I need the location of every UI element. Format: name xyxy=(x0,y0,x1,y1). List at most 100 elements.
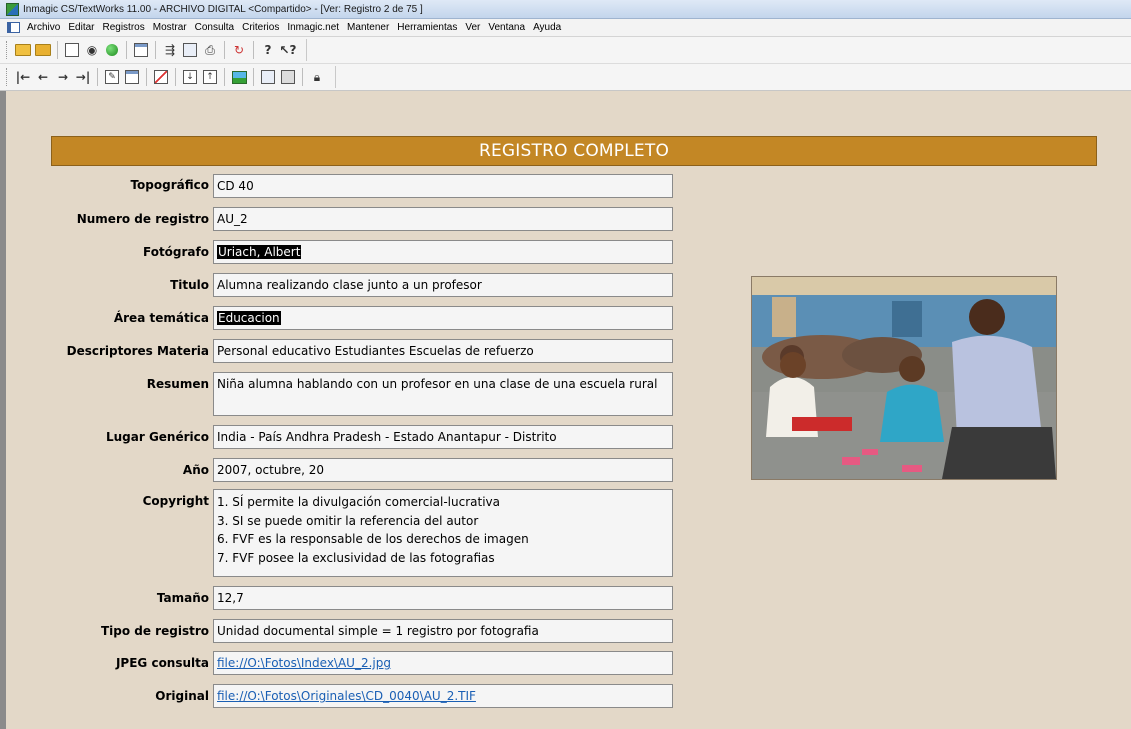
copyright-line: 3. SI se puede omitir la referencia del … xyxy=(217,513,479,528)
field-resumen[interactable]: Niña alumna hablando con un profesor en … xyxy=(213,372,673,416)
import-icon[interactable]: ↓ xyxy=(181,68,199,86)
value-numero-registro: AU_2 xyxy=(217,212,248,226)
last-record-icon[interactable]: →| xyxy=(74,68,92,86)
form-icon[interactable] xyxy=(132,41,150,59)
new-record-icon[interactable] xyxy=(63,41,81,59)
toolbar-separator xyxy=(224,41,225,59)
field-anio[interactable]: 2007, octubre, 20 xyxy=(213,458,673,482)
field-tipo-registro[interactable]: Unidad documental simple = 1 registro po… xyxy=(213,619,673,643)
label-jpeg: JPEG consulta xyxy=(115,656,209,670)
export-icon[interactable]: ↑ xyxy=(201,68,219,86)
menu-inmagic-net[interactable]: Inmagic.net xyxy=(284,22,344,33)
copyright-line: 7. FVF posee la exclusividad de las foto… xyxy=(217,550,495,565)
toolbar-separator xyxy=(126,41,127,59)
field-area-tematica[interactable]: Educacion xyxy=(213,306,673,330)
label-copyright: Copyright xyxy=(142,494,209,508)
label-tipo-registro: Tipo de registro xyxy=(100,624,209,638)
value-resumen: Niña alumna hablando con un profesor en … xyxy=(217,377,658,391)
menu-ver[interactable]: Ver xyxy=(462,22,485,33)
toolbar-grip[interactable] xyxy=(6,68,10,86)
help-icon[interactable]: ? xyxy=(259,41,277,59)
next-record-icon[interactable]: → xyxy=(54,68,72,86)
label-tamano: Tamaño xyxy=(156,591,209,605)
value-descriptores: Personal educativo Estudiantes Escuelas … xyxy=(217,344,534,358)
report-icon[interactable] xyxy=(181,41,199,59)
value-titulo: Alumna realizando clase junto a un profe… xyxy=(217,278,482,292)
classroom-photo-image xyxy=(752,277,1056,479)
value-tipo-registro: Unidad documental simple = 1 registro po… xyxy=(217,624,539,638)
blank-form-icon[interactable] xyxy=(279,68,297,86)
label-original: Original xyxy=(155,689,209,703)
field-numero-registro[interactable]: AU_2 xyxy=(213,207,673,231)
field-fotografo[interactable]: Uriach, Albert xyxy=(213,240,673,264)
delete-record-icon[interactable] xyxy=(152,68,170,86)
label-resumen: Resumen xyxy=(146,377,209,391)
toolbar-end xyxy=(335,66,336,88)
toolbar-grip[interactable] xyxy=(6,41,10,59)
green-globe-icon[interactable] xyxy=(103,41,121,59)
query-icon[interactable]: ⇶ xyxy=(161,41,179,59)
original-link[interactable]: file://O:\Fotos\Originales\CD_0040\AU_2.… xyxy=(217,689,476,703)
toolbar-separator xyxy=(253,68,254,86)
window-titlebar: Inmagic CS/TextWorks 11.00 - ARCHIVO DIG… xyxy=(0,0,1131,19)
open-shared-icon[interactable] xyxy=(34,41,52,59)
menu-archivo[interactable]: Archivo xyxy=(24,22,65,33)
value-fotografo: Uriach, Albert xyxy=(217,245,302,259)
first-record-icon[interactable]: |← xyxy=(14,68,32,86)
value-lugar: India - País Andhra Pradesh - Estado Ana… xyxy=(217,430,557,444)
menu-consulta[interactable]: Consulta xyxy=(192,22,239,33)
display-form-icon[interactable] xyxy=(259,68,277,86)
print-icon[interactable]: ⎙ xyxy=(201,41,219,59)
copyright-line: 1. SÍ permite la divulgación comercial-l… xyxy=(217,495,500,509)
jpeg-link[interactable]: file://O:\Fotos\Index\AU_2.jpg xyxy=(217,656,391,670)
label-fotografo: Fotógrafo xyxy=(142,245,209,259)
open-folder-icon[interactable] xyxy=(14,41,32,59)
view-icon[interactable]: ◉ xyxy=(83,41,101,59)
value-tamano: 12,7 xyxy=(217,591,244,605)
field-tamano[interactable]: 12,7 xyxy=(213,586,673,610)
toolbar-separator xyxy=(146,68,147,86)
toolbar-separator xyxy=(175,68,176,86)
window-title: Inmagic CS/TextWorks 11.00 - ARCHIVO DIG… xyxy=(23,3,423,15)
refresh-icon[interactable]: ↻ xyxy=(230,41,248,59)
app-icon xyxy=(6,2,19,16)
field-descriptores[interactable]: Personal educativo Estudiantes Escuelas … xyxy=(213,339,673,363)
toolbar-records: |← ← → →| ✎ ↓ ↑ 🔒︎ xyxy=(0,64,1131,91)
toolbar-separator xyxy=(57,41,58,59)
menu-ayuda[interactable]: Ayuda xyxy=(530,22,566,33)
value-topografico: CD 40 xyxy=(217,179,254,193)
toolbar-separator xyxy=(224,68,225,86)
menu-bar: Archivo Editar Registros Mostrar Consult… xyxy=(0,19,1131,37)
field-topografico[interactable]: CD 40 xyxy=(213,174,673,198)
toolbar-separator xyxy=(253,41,254,59)
menu-mantener[interactable]: Mantener xyxy=(344,22,394,33)
menu-criterios[interactable]: Criterios xyxy=(239,22,284,33)
field-copyright[interactable]: 1. SÍ permite la divulgación comercial-l… xyxy=(213,489,673,577)
label-descriptores: Descriptores Materia xyxy=(66,344,209,358)
document-icon[interactable] xyxy=(7,22,20,33)
menu-herramientas[interactable]: Herramientas xyxy=(394,22,462,33)
toolbar-separator xyxy=(302,68,303,86)
label-anio: Año xyxy=(182,463,209,477)
record-header-title: REGISTRO COMPLETO xyxy=(478,141,670,161)
field-titulo[interactable]: Alumna realizando clase junto a un profe… xyxy=(213,273,673,297)
menu-editar[interactable]: Editar xyxy=(65,22,99,33)
copyright-line: 6. FVF es la responsable de los derechos… xyxy=(217,532,529,546)
image-icon[interactable] xyxy=(230,68,248,86)
menu-registros[interactable]: Registros xyxy=(99,22,149,33)
label-topografico: Topográfico xyxy=(130,178,209,192)
field-original: file://O:\Fotos\Originales\CD_0040\AU_2.… xyxy=(213,684,673,708)
value-anio: 2007, octubre, 20 xyxy=(217,463,324,477)
label-titulo: Titulo xyxy=(170,278,209,292)
field-lugar[interactable]: India - País Andhra Pradesh - Estado Ana… xyxy=(213,425,673,449)
menu-ventana[interactable]: Ventana xyxy=(485,22,530,33)
copy-record-icon[interactable] xyxy=(123,68,141,86)
context-help-icon[interactable]: ↖? xyxy=(279,41,297,59)
label-lugar: Lugar Genérico xyxy=(105,430,209,444)
menu-mostrar[interactable]: Mostrar xyxy=(150,22,192,33)
toolbar-main: ◉ ⇶ ⎙ ↻ ? ↖? xyxy=(0,37,1131,64)
edit-record-icon[interactable]: ✎ xyxy=(103,68,121,86)
lock-icon[interactable]: 🔒︎ xyxy=(308,68,326,86)
prev-record-icon[interactable]: ← xyxy=(34,68,52,86)
value-area-tematica: Educacion xyxy=(217,311,281,325)
